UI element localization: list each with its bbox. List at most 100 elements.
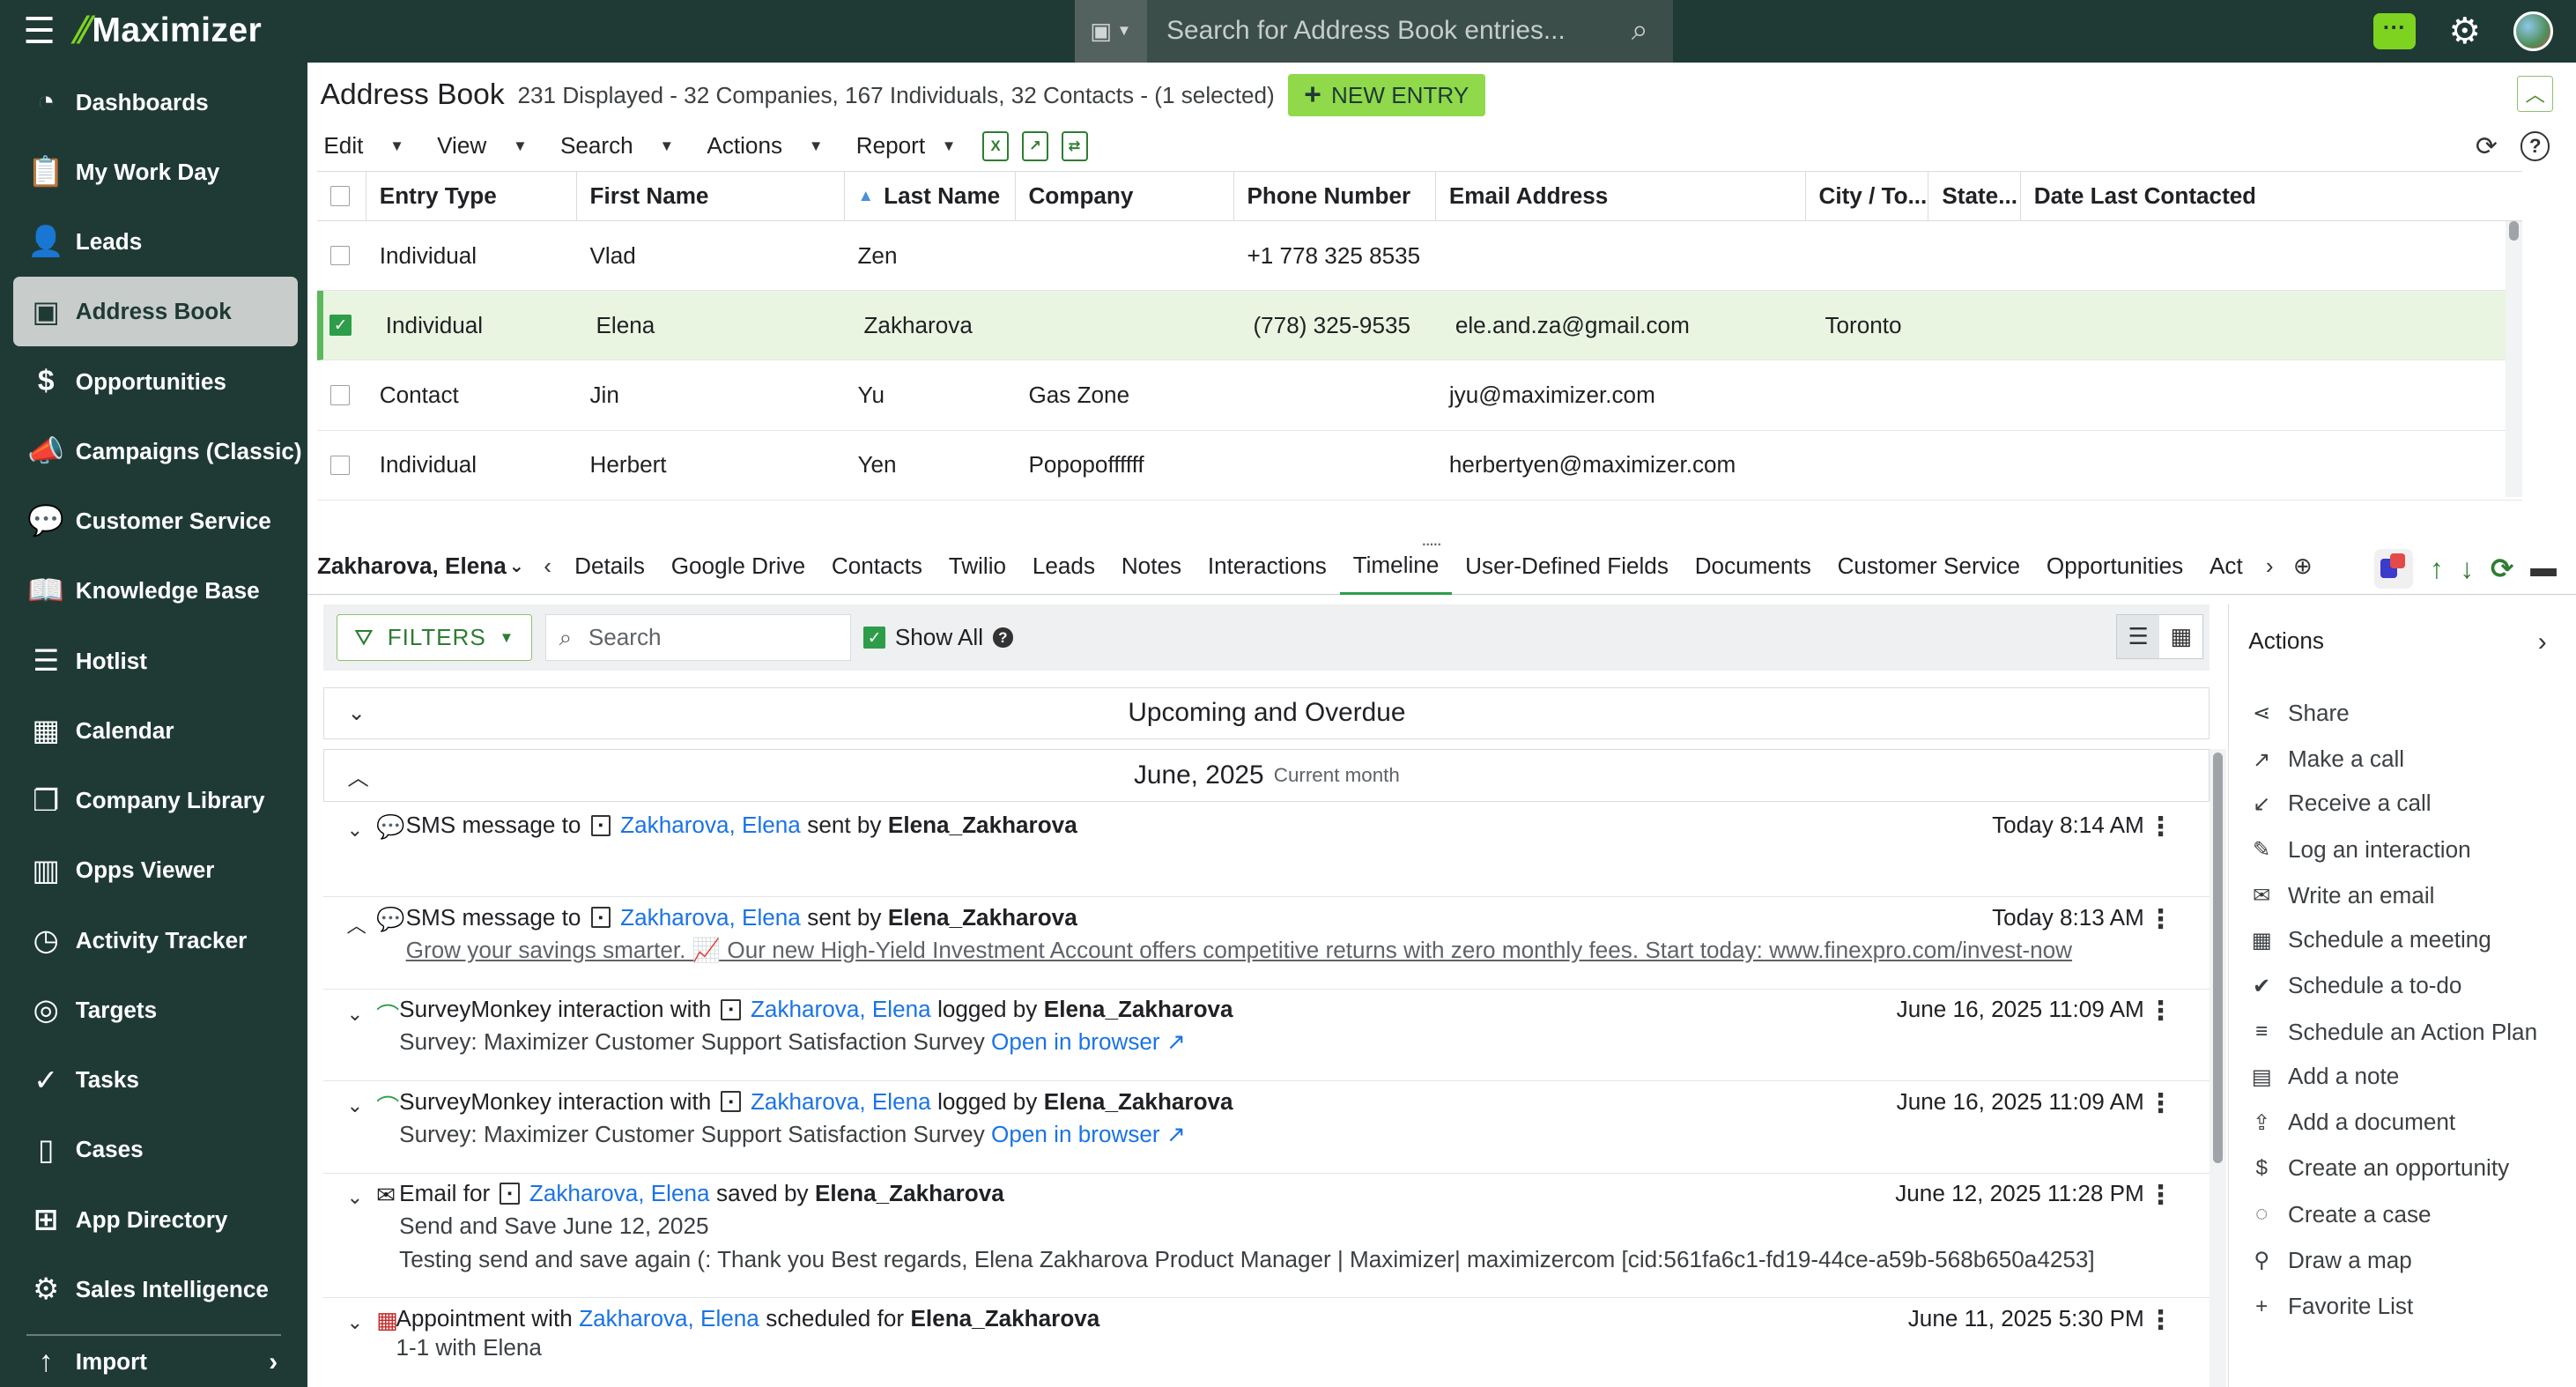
col-entry-type[interactable]: Entry Type — [366, 171, 577, 220]
kebab-menu-icon[interactable]: ⋮ — [2148, 812, 2174, 842]
sidebar-item-company-library[interactable]: ❐ Company Library — [0, 766, 307, 835]
tab-timeline[interactable]: Timeline — [1339, 538, 1453, 595]
action-schedule-meeting[interactable]: ▦ Schedule a meeting — [2248, 923, 2491, 956]
chat-icon[interactable]: ··· — [2372, 12, 2417, 49]
chevron-down-icon[interactable]: ⌄ — [347, 819, 364, 842]
col-city[interactable]: City / To... — [1806, 171, 1929, 220]
timeline-item[interactable]: ⌄ ⌒ SurveyMonkey interaction with ▪ Zakh… — [323, 990, 2210, 1082]
action-add-note[interactable]: ▤ Add a note — [2248, 1060, 2400, 1093]
refresh-icon[interactable]: ⟳ — [2491, 553, 2514, 585]
action-add-document[interactable]: ⇪ Add a document — [2248, 1106, 2455, 1139]
action-schedule-todo[interactable]: ✔ Schedule a to-do — [2248, 969, 2461, 1002]
col-email-address[interactable]: Email Address — [1436, 171, 1806, 220]
entity-selector[interactable]: Zakharova, Elena ⌄ — [317, 553, 534, 580]
open-in-browser-link[interactable]: Open in browser — [991, 1028, 1160, 1055]
select-all-checkbox[interactable] — [329, 186, 351, 206]
sidebar-item-customer-service[interactable]: 💬 Customer Service — [0, 486, 307, 556]
tabs-scroll-left-icon[interactable]: ‹ — [534, 553, 561, 580]
chevron-up-icon[interactable]: ︿ — [347, 910, 366, 938]
tab-opportunities[interactable]: Opportunities — [2033, 538, 2196, 594]
contact-link[interactable]: Zakharova, Elena — [751, 1088, 931, 1116]
tab-google-drive[interactable]: Google Drive — [658, 538, 818, 594]
collapse-grid-button[interactable]: ︿ — [2517, 75, 2554, 112]
show-all-checkbox[interactable]: ✓ — [863, 627, 885, 649]
action-create-case[interactable]: ◌ Create a case — [2248, 1198, 2432, 1231]
sidebar-item-hotlist[interactable]: ☰ Hotlist — [0, 626, 307, 695]
section-upcoming-overdue[interactable]: ⌄ Upcoming and Overdue — [323, 686, 2210, 740]
col-phone-number[interactable]: Phone Number — [1234, 171, 1436, 220]
new-entry-button[interactable]: + NEW ENTRY — [1287, 73, 1485, 117]
col-first-name[interactable]: First Name — [577, 171, 845, 220]
timeline-item[interactable]: ⌄ ⌒ SurveyMonkey interaction with ▪ Zakh… — [323, 1081, 2210, 1174]
sidebar-item-activity-tracker[interactable]: ◷ Activity Tracker — [0, 905, 307, 975]
contact-link[interactable]: Zakharova, Elena — [579, 1305, 759, 1332]
action-draw-map[interactable]: ⚲ Draw a map — [2248, 1244, 2411, 1277]
external-link-icon[interactable]: ↗ — [1166, 1028, 1186, 1055]
table-row[interactable]: Contact Jin Yu Gas Zone jyu@maximizer.co… — [316, 360, 2522, 431]
table-row[interactable]: Individual Vlad Zen +1 778 325 8535 — [316, 221, 2522, 292]
search-input[interactable] — [1146, 0, 1607, 63]
row-checkbox[interactable] — [329, 455, 351, 475]
action-write-email[interactable]: ✉ Write an email — [2248, 879, 2434, 912]
grid-scrollbar[interactable] — [2506, 220, 2522, 498]
timeline-search[interactable]: ⌕ Search — [544, 614, 851, 661]
sidebar-item-knowledge-base[interactable]: 📖 Knowledge Base — [0, 556, 307, 626]
table-view-icon[interactable]: ▦ — [2159, 615, 2202, 658]
timeline-item[interactable]: ⌄ ✉ Email for ▪ Zakharova, Elena saved b… — [323, 1174, 2210, 1299]
row-checkbox[interactable] — [329, 385, 351, 405]
col-last-name[interactable]: ▲ Last Name — [845, 171, 1016, 220]
chevron-down-icon[interactable]: ⌄ — [347, 1311, 364, 1334]
tab-details[interactable]: Details — [561, 538, 658, 594]
kebab-menu-icon[interactable]: ⋮ — [2148, 1305, 2174, 1336]
tab-notes[interactable]: Notes — [1108, 538, 1195, 594]
sidebar-item-address-book[interactable]: ▣ Address Book — [12, 277, 298, 347]
row-checkbox[interactable]: ✓ — [329, 315, 352, 337]
tab-act[interactable]: Act — [2196, 538, 2256, 594]
tab-interactions[interactable]: Interactions — [1195, 538, 1340, 594]
table-row[interactable]: ✓ Individual Elena Zakharova (778) 325-9… — [316, 291, 2522, 361]
tab-twilio[interactable]: Twilio — [936, 538, 1019, 594]
add-tab-icon[interactable]: ⊕ — [2284, 553, 2322, 580]
sidebar-item-tasks[interactable]: ✓ Tasks — [0, 1045, 307, 1115]
sidebar-item-leads[interactable]: 👤 Leads — [0, 207, 307, 277]
menu-search[interactable]: Search ▼ — [560, 132, 674, 159]
action-schedule-action-plan[interactable]: ≡ Schedule an Action Plan — [2248, 1016, 2537, 1049]
action-create-opportunity[interactable]: $ Create an opportunity — [2248, 1152, 2509, 1184]
scrollbar-thumb[interactable] — [2213, 753, 2224, 1164]
filters-button[interactable]: ⛛ FILTERS ▼ — [337, 614, 532, 661]
sidebar-item-campaigns[interactable]: 📣 Campaigns (Classic) — [0, 417, 307, 486]
kebab-menu-icon[interactable]: ⋮ — [2148, 904, 2174, 935]
sidebar-item-opps-viewer[interactable]: ▥ Opps Viewer — [0, 835, 307, 905]
export-sheet-icon[interactable]: ⇄ — [1061, 131, 1088, 161]
action-favorite-list[interactable]: + Favorite List — [2248, 1290, 2413, 1323]
sidebar-item-calendar[interactable]: ▦ Calendar — [0, 696, 307, 766]
search-type-dropdown[interactable]: ▣ ▼ — [1074, 0, 1147, 63]
menu-actions[interactable]: Actions ▼ — [707, 132, 823, 159]
section-current-month[interactable]: ︿ June, 2025 Current month — [323, 749, 2210, 803]
contact-link[interactable]: Zakharova, Elena — [751, 996, 931, 1023]
scrollbar-thumb[interactable] — [2508, 220, 2520, 241]
tabs-scroll-right-icon[interactable]: › — [2256, 553, 2284, 580]
contact-link[interactable]: Zakharova, Elena — [620, 904, 801, 931]
kebab-menu-icon[interactable]: ⋮ — [2148, 996, 2174, 1027]
chevron-down-icon[interactable]: ⌄ — [347, 1094, 364, 1117]
timeline-scrollbar[interactable] — [2210, 749, 2227, 1387]
action-share[interactable]: ⋖ Share — [2248, 697, 2350, 730]
chevron-down-icon[interactable]: ⌄ — [347, 1186, 364, 1209]
sidebar-item-opportunities[interactable]: $ Opportunities — [0, 346, 307, 416]
external-link-icon[interactable]: ↗ — [1166, 1121, 1186, 1147]
sidebar-item-my-work-day[interactable]: 📋 My Work Day — [0, 137, 307, 207]
kebab-menu-icon[interactable]: ⋮ — [2148, 1180, 2174, 1211]
menu-edit[interactable]: Edit ▼ — [323, 132, 403, 159]
chevron-right-icon[interactable]: › — [2538, 627, 2547, 657]
sidebar-item-import[interactable]: ↑ Import › — [0, 1327, 307, 1387]
sidebar-item-cases[interactable]: ▯ Cases — [0, 1115, 307, 1184]
chevron-down-icon[interactable]: ⌄ — [347, 1003, 364, 1026]
sidebar-item-sales-intelligence[interactable]: ⚙ Sales Intelligence — [0, 1255, 307, 1324]
action-receive-call[interactable]: ↙ Receive a call — [2248, 787, 2432, 820]
tab-documents[interactable]: Documents — [1682, 538, 1825, 594]
plugin-logo-icon[interactable] — [2373, 548, 2414, 589]
arrow-down-icon[interactable]: ↓ — [2460, 553, 2474, 585]
refresh-icon[interactable]: ⟳ — [2476, 131, 2498, 162]
contact-link[interactable]: Zakharova, Elena — [620, 812, 801, 839]
